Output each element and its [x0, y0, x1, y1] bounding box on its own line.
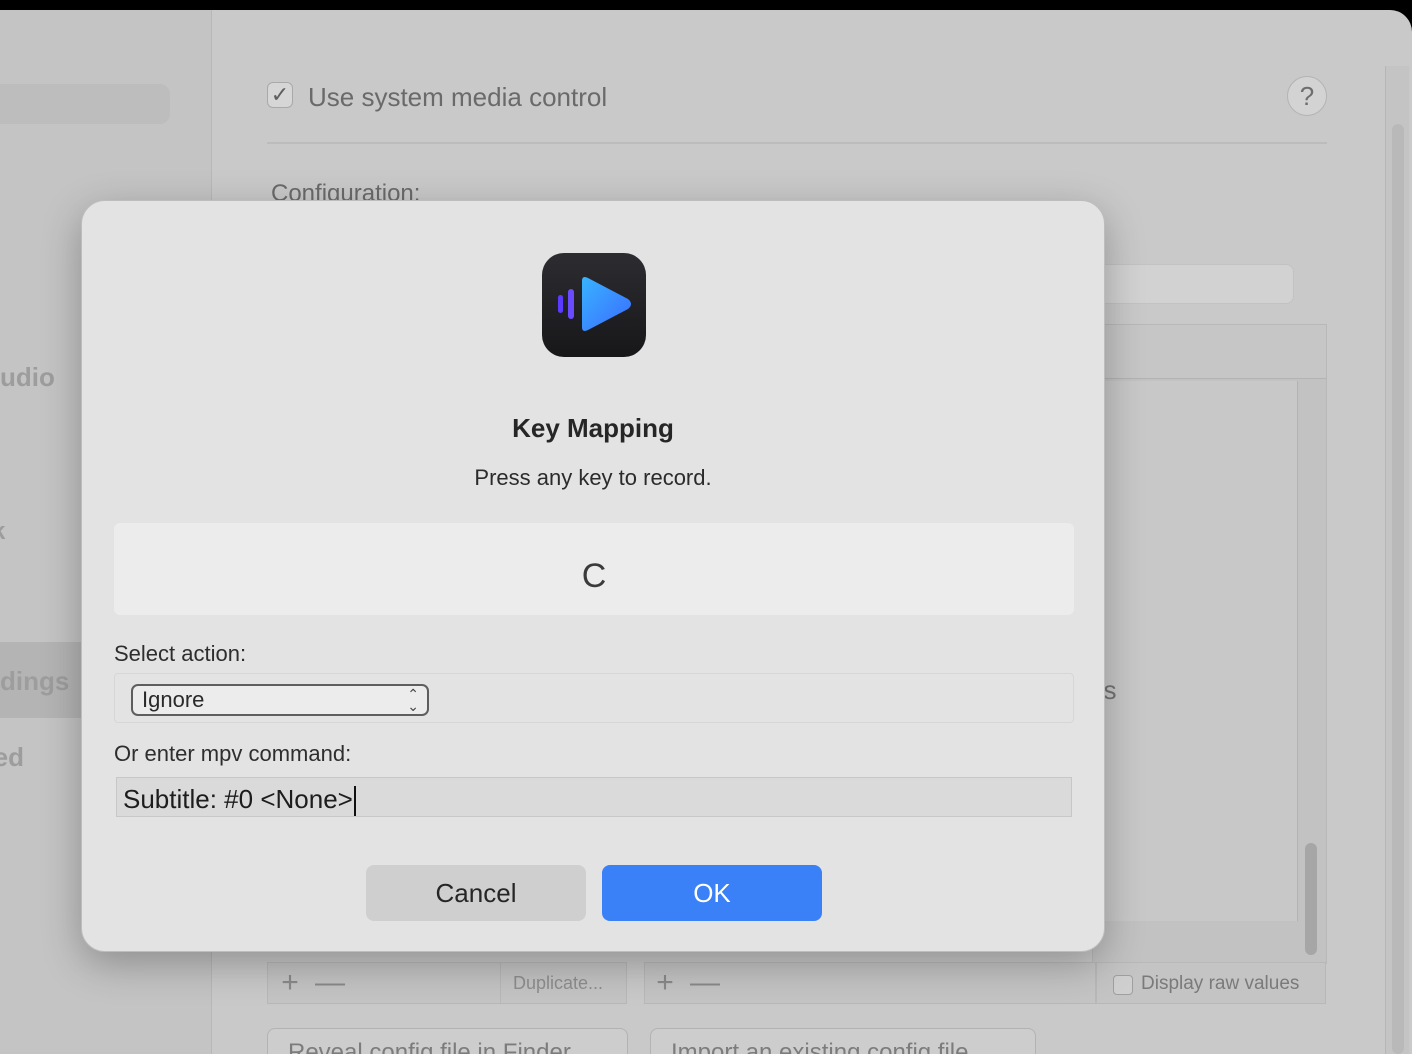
bindings-table[interactable]: s 0s: [1085, 324, 1327, 964]
action-select[interactable]: Ignore ⌃ ⌄: [131, 684, 429, 716]
add-button[interactable]: +: [649, 963, 681, 1003]
mpv-command-input[interactable]: Subtitle: #0 <None>: [116, 777, 1072, 817]
display-raw-values-label: Display raw values: [1141, 973, 1300, 994]
reveal-config-button[interactable]: Reveal config file in Finder: [267, 1028, 628, 1054]
ok-button[interactable]: OK: [602, 865, 822, 921]
window-scrollbar[interactable]: [1385, 66, 1409, 1054]
divider: [267, 142, 1327, 144]
sidebar-item-partial[interactable]: k: [0, 518, 5, 546]
remove-button[interactable]: —: [314, 963, 346, 1003]
config-select-field[interactable]: [1092, 264, 1294, 304]
select-action-row: Ignore ⌃ ⌄: [114, 673, 1074, 723]
iina-play-icon: [542, 253, 646, 357]
raw-values-toolbar: Display raw values: [1096, 962, 1326, 1004]
checkmark-icon: ✓: [270, 82, 290, 107]
left-table-toolbar: + — Duplicate...: [267, 962, 627, 1004]
mpv-command-label: Or enter mpv command:: [114, 741, 352, 766]
media-control-checkbox[interactable]: ✓: [267, 82, 293, 108]
chevron-up-down-icon: ⌃ ⌄: [407, 686, 419, 714]
right-table-toolbar: + —: [644, 962, 1096, 1004]
sidebar-item-audio[interactable]: udio: [0, 362, 80, 393]
sidebar-item-key-bindings[interactable]: dings: [0, 666, 80, 697]
key-mapping-dialog: Key Mapping Press any key to record. C S…: [81, 200, 1105, 952]
display-raw-values-checkbox[interactable]: [1113, 975, 1133, 995]
text-caret: [353, 786, 356, 817]
mpv-command-value: Subtitle: #0 <None>: [123, 784, 353, 814]
duplicate-button[interactable]: Duplicate...: [500, 963, 626, 1003]
add-button[interactable]: +: [274, 963, 306, 1003]
help-button[interactable]: ?: [1287, 76, 1327, 116]
select-action-label: Select action:: [114, 641, 247, 666]
table-header: [1093, 325, 1326, 379]
sidebar-item-advanced[interactable]: ed: [0, 742, 24, 773]
table-scrollbar-thumb[interactable]: [1305, 843, 1317, 955]
table-body[interactable]: s 0s: [1085, 381, 1298, 921]
cancel-button[interactable]: Cancel: [366, 865, 586, 921]
dialog-title: Key Mapping: [512, 413, 674, 443]
window-scrollbar-thumb[interactable]: [1392, 124, 1404, 1054]
media-control-label: Use system media control: [308, 82, 608, 112]
import-config-button[interactable]: Import an existing config file: [650, 1028, 1036, 1054]
dialog-subtitle: Press any key to record.: [474, 465, 712, 490]
sidebar-search-field[interactable]: [0, 84, 170, 124]
remove-button[interactable]: —: [689, 963, 721, 1003]
action-select-value: Ignore: [142, 687, 205, 712]
recorded-key-display[interactable]: C: [114, 523, 1074, 615]
